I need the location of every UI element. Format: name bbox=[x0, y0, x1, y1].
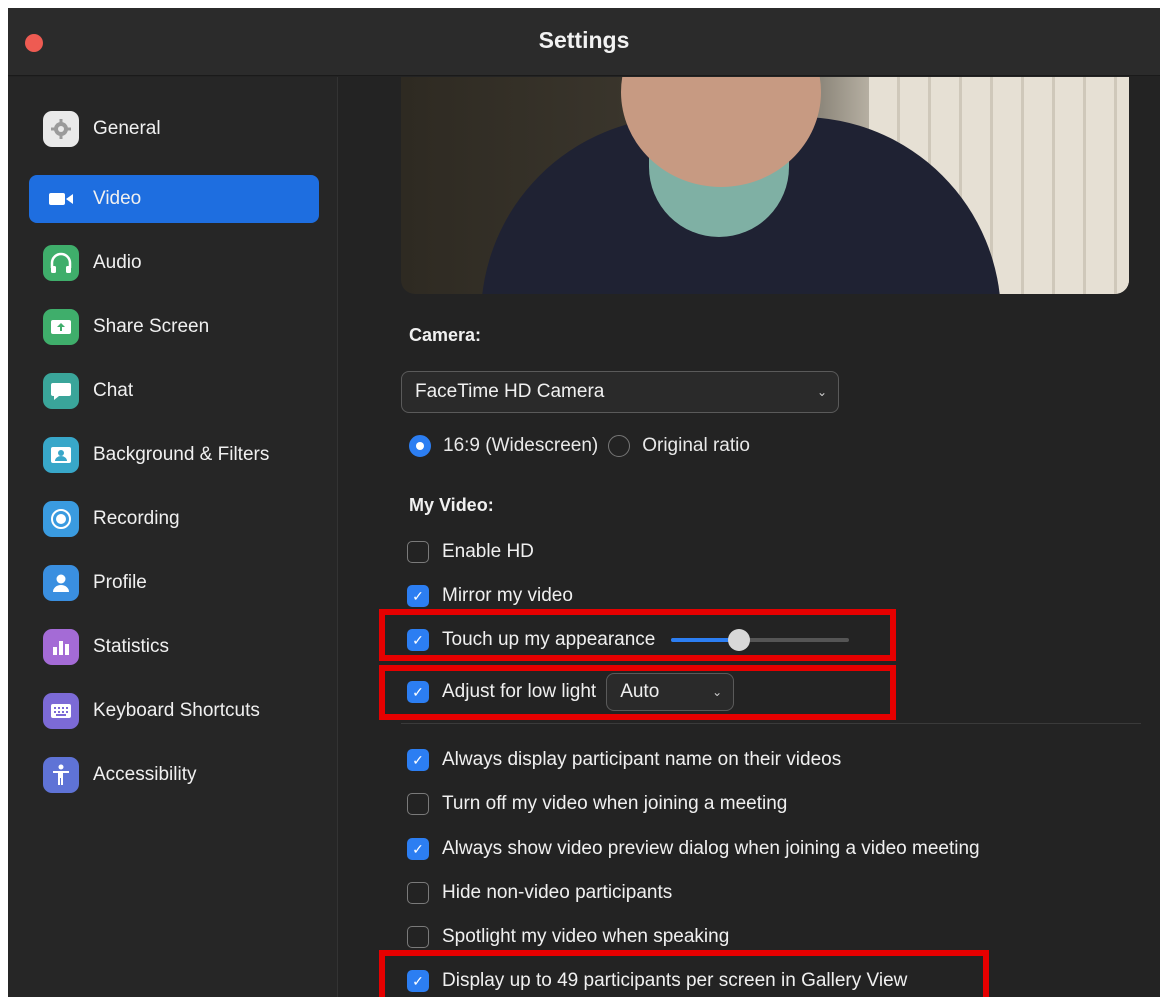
sidebar-item-label: Share Screen bbox=[93, 316, 210, 337]
sidebar-item-label: Recording bbox=[93, 508, 180, 529]
sidebar-item-video[interactable]: Video bbox=[29, 175, 319, 223]
radio-widescreen-label: 16:9 (Widescreen) bbox=[443, 435, 599, 456]
sidebar-item-share-screen[interactable]: Share Screen bbox=[29, 303, 319, 351]
video-settings-panel: Camera: FaceTime HD Camera ⌄ 16:9 (Wides… bbox=[339, 77, 1160, 997]
sidebar-item-label: General bbox=[93, 118, 161, 139]
divider bbox=[401, 723, 1141, 724]
window-title: Settings bbox=[538, 27, 630, 53]
sidebar-item-accessibility[interactable]: Accessibility bbox=[29, 751, 319, 799]
option-turn-off-video[interactable]: Turn off my video when joining a meeting bbox=[407, 793, 787, 815]
person-portrait-icon bbox=[43, 437, 79, 473]
option-spotlight[interactable]: Spotlight my video when speaking bbox=[407, 926, 729, 948]
highlight-box-touch-up bbox=[379, 609, 896, 661]
option-display-names[interactable]: ✓ Always display participant name on the… bbox=[407, 749, 841, 771]
sidebar-item-keyboard-shortcuts[interactable]: Keyboard Shortcuts bbox=[29, 687, 319, 735]
camera-select[interactable]: FaceTime HD Camera ⌄ bbox=[401, 371, 839, 413]
keyboard-icon bbox=[43, 693, 79, 729]
title-bar: Settings bbox=[8, 8, 1160, 76]
record-icon bbox=[43, 501, 79, 537]
settings-sidebar: General Video Audio Share Screen Chat Ba… bbox=[8, 77, 338, 997]
accessibility-icon bbox=[43, 757, 79, 793]
sidebar-item-recording[interactable]: Recording bbox=[29, 495, 319, 543]
gear-icon bbox=[43, 111, 79, 147]
sidebar-item-label: Chat bbox=[93, 380, 134, 401]
headphones-icon bbox=[43, 245, 79, 281]
radio-original-ratio[interactable] bbox=[608, 435, 631, 457]
hide-non-video-checkbox[interactable] bbox=[407, 882, 429, 904]
share-screen-icon bbox=[43, 309, 79, 345]
sidebar-item-label: Accessibility bbox=[93, 764, 197, 785]
spotlight-checkbox[interactable] bbox=[407, 926, 429, 948]
mirror-video-checkbox[interactable]: ✓ bbox=[407, 585, 429, 607]
display-names-checkbox[interactable]: ✓ bbox=[407, 749, 429, 771]
video-preview-checkbox[interactable]: ✓ bbox=[407, 838, 429, 860]
sidebar-item-chat[interactable]: Chat bbox=[29, 367, 319, 415]
option-video-preview[interactable]: ✓ Always show video preview dialog when … bbox=[407, 838, 980, 860]
highlight-box-low-light bbox=[379, 665, 896, 720]
bar-chart-icon bbox=[43, 629, 79, 665]
mirror-video-option[interactable]: ✓ Mirror my video bbox=[407, 585, 573, 607]
settings-window: Settings General Video Audio Share Scree… bbox=[8, 8, 1160, 997]
enable-hd-checkbox[interactable] bbox=[407, 541, 429, 563]
aspect-ratio-group: 16:9 (Widescreen) Original ratio bbox=[409, 435, 750, 457]
sidebar-item-statistics[interactable]: Statistics bbox=[29, 623, 319, 671]
camera-select-value: FaceTime HD Camera bbox=[415, 381, 605, 402]
sidebar-item-general[interactable]: General bbox=[29, 105, 319, 153]
turn-off-video-checkbox[interactable] bbox=[407, 793, 429, 815]
option-hide-non-video[interactable]: Hide non-video participants bbox=[407, 882, 672, 904]
sidebar-item-background-filters[interactable]: Background & Filters bbox=[29, 431, 319, 479]
sidebar-item-label: Statistics bbox=[93, 636, 170, 657]
user-icon bbox=[43, 565, 79, 601]
sidebar-item-audio[interactable]: Audio bbox=[29, 239, 319, 287]
highlight-box-gallery bbox=[379, 950, 989, 997]
radio-original-ratio-label: Original ratio bbox=[642, 435, 750, 456]
my-video-label: My Video: bbox=[409, 495, 494, 515]
sidebar-item-label: Audio bbox=[93, 252, 142, 273]
radio-widescreen[interactable] bbox=[409, 435, 431, 457]
sidebar-item-label: Profile bbox=[93, 572, 147, 593]
chat-bubble-icon bbox=[43, 373, 79, 409]
camera-label: Camera: bbox=[409, 325, 482, 345]
sidebar-item-label: Keyboard Shortcuts bbox=[93, 700, 260, 721]
sidebar-item-profile[interactable]: Profile bbox=[29, 559, 319, 607]
sidebar-item-label: Background & Filters bbox=[93, 444, 270, 465]
video-camera-icon bbox=[43, 181, 79, 217]
camera-preview bbox=[401, 77, 1129, 294]
sidebar-item-label: Video bbox=[93, 188, 142, 209]
enable-hd-option[interactable]: Enable HD bbox=[407, 541, 534, 563]
chevron-down-icon: ⌄ bbox=[816, 385, 827, 399]
